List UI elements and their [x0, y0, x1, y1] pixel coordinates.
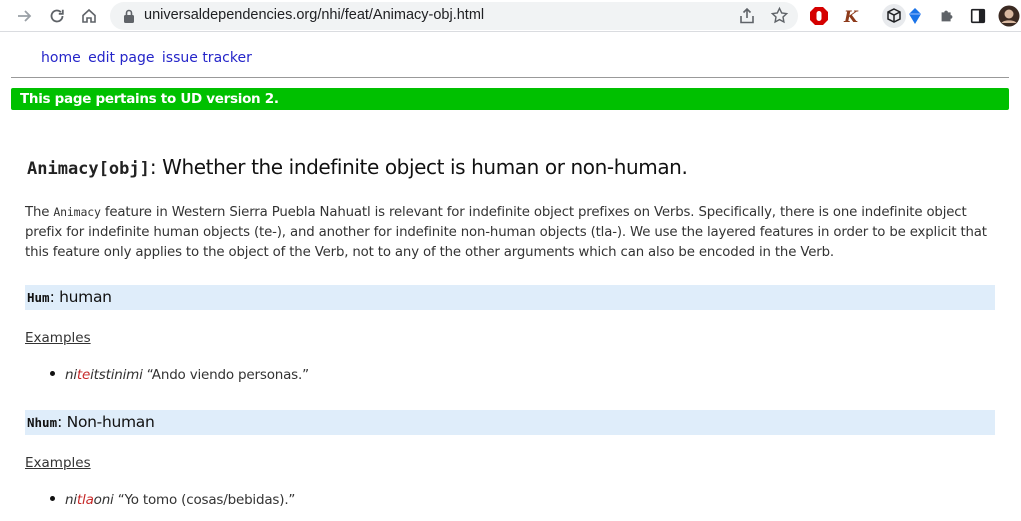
section-heading-nhum: Nhum: Non-human: [25, 410, 995, 435]
value-label: : Non-human: [57, 413, 155, 431]
bookmark-star-icon[interactable]: [770, 6, 789, 25]
issue-tracker-link[interactable]: issue tracker: [162, 50, 252, 66]
example-gloss: “Yo tomo (cosas/bebidas).”: [113, 492, 296, 508]
divider: [11, 77, 1009, 78]
highlighted-prefix: te: [76, 367, 91, 383]
feature-description: The Animacy feature in Western Sierra Pu…: [25, 205, 987, 260]
browser-toolbar: universaldependencies.org/nhi/feat/Anima…: [0, 0, 1021, 32]
highlighted-prefix: tla: [76, 492, 94, 508]
example-item-hum: niteitstinimi “Ando viendo personas.”: [50, 367, 309, 383]
sidepanel-icon[interactable]: [967, 5, 989, 27]
reload-icon[interactable]: [45, 4, 69, 28]
box-icon[interactable]: [882, 4, 906, 28]
kodable-icon[interactable]: K: [840, 5, 862, 27]
share-icon[interactable]: [738, 7, 756, 25]
home-link[interactable]: home: [41, 50, 81, 66]
value-code: Hum: [27, 290, 50, 305]
example-gloss: “Ando viendo personas.”: [142, 367, 309, 383]
value-code: Nhum: [27, 415, 58, 430]
feature-name-code: Animacy: [53, 205, 101, 219]
svg-text:K: K: [843, 7, 859, 26]
feature-code: Animacy[obj]: [27, 159, 150, 179]
page-title: Animacy[obj]: Whether the indefinite obj…: [27, 155, 688, 179]
examples-link-hum[interactable]: Examples: [25, 330, 91, 346]
profile-avatar[interactable]: [998, 5, 1020, 27]
version-banner-text: This page pertains to UD version 2.: [20, 91, 279, 107]
diamond-icon[interactable]: [904, 5, 926, 27]
forward-icon[interactable]: [12, 4, 36, 28]
ublock-icon[interactable]: [808, 5, 830, 27]
version-banner: This page pertains to UD version 2.: [11, 88, 1009, 110]
edit-page-link[interactable]: edit page: [88, 50, 154, 66]
value-label: : human: [49, 288, 112, 306]
puzzle-icon[interactable]: [936, 5, 958, 27]
examples-link-nhum[interactable]: Examples: [25, 455, 91, 471]
home-icon[interactable]: [77, 4, 101, 28]
section-heading-hum: Hum: human: [25, 285, 995, 310]
bullet: [50, 370, 55, 376]
top-nav: home edit page issue tracker: [41, 50, 255, 66]
title-text: : Whether the indefinite object is human…: [149, 155, 688, 179]
bullet: [50, 495, 55, 501]
url-text: universaldependencies.org/nhi/feat/Anima…: [144, 7, 485, 23]
address-bar[interactable]: universaldependencies.org/nhi/feat/Anima…: [110, 2, 798, 30]
lock-icon: [124, 9, 134, 23]
example-item-nhum: nitlaoni “Yo tomo (cosas/bebidas).”: [50, 492, 295, 508]
